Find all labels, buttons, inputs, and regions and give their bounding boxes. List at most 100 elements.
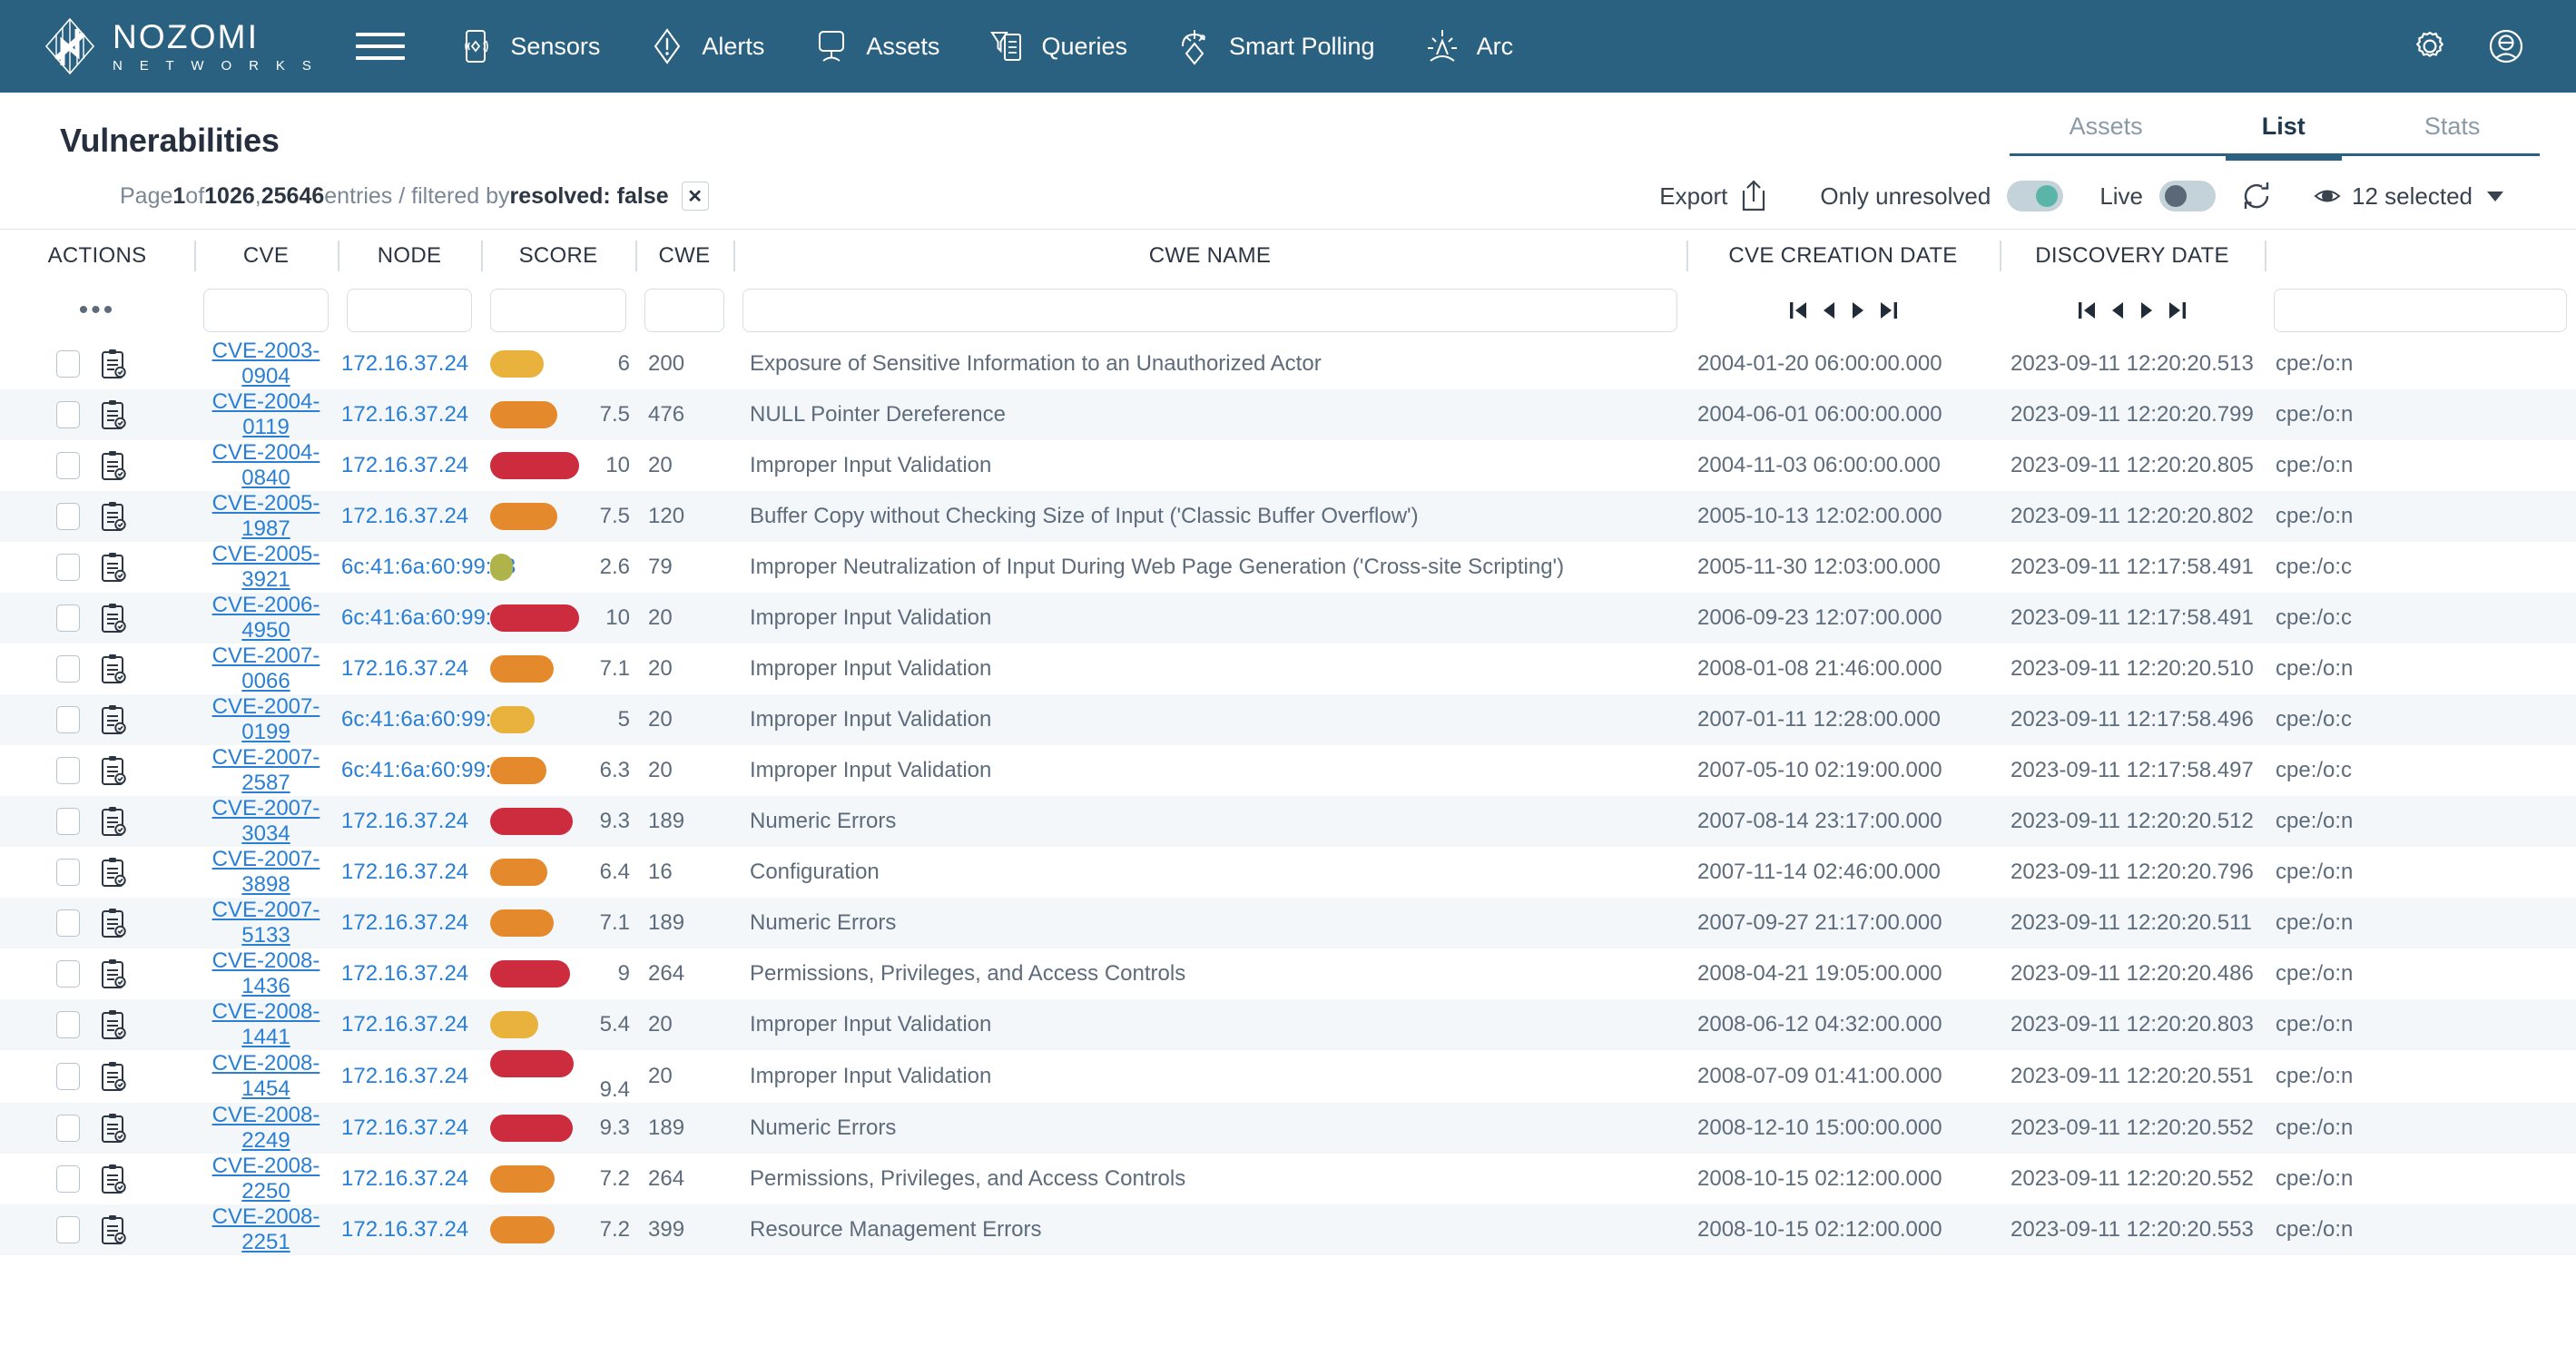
cell-node[interactable]: 172.16.37.24 xyxy=(338,339,481,389)
checklist-clipboard-icon[interactable] xyxy=(100,958,127,989)
cve-link[interactable]: CVE-2004-0840 xyxy=(212,440,320,490)
row-checkbox[interactable] xyxy=(56,859,80,886)
checklist-clipboard-icon[interactable] xyxy=(100,1164,127,1194)
tab-assets[interactable]: Assets xyxy=(2033,107,2179,153)
cve-link[interactable]: CVE-2007-3034 xyxy=(212,796,320,846)
cve-link[interactable]: CVE-2008-2249 xyxy=(212,1103,320,1153)
next-page-icon[interactable] xyxy=(1850,299,1866,322)
next-page-icon[interactable] xyxy=(2138,299,2155,322)
user-account-icon[interactable] xyxy=(2485,25,2527,67)
nav-item-assets[interactable]: Assets xyxy=(788,17,963,75)
cve-link[interactable]: CVE-2005-1987 xyxy=(212,491,320,541)
col-header-node[interactable]: NODE xyxy=(338,230,481,282)
cell-node[interactable]: 172.16.37.24 xyxy=(338,440,481,491)
table-row[interactable]: CVE-2008-2250 172.16.37.24 7.2 264 Permissio… xyxy=(0,1154,2576,1204)
cell-node[interactable]: 172.16.37.24 xyxy=(338,1050,481,1103)
cve-link[interactable]: CVE-2007-5133 xyxy=(212,898,320,948)
refresh-icon[interactable] xyxy=(2236,175,2277,217)
previous-page-icon[interactable] xyxy=(2109,299,2126,322)
row-checkbox[interactable] xyxy=(56,1063,80,1090)
row-checkbox[interactable] xyxy=(56,909,80,937)
cve-link[interactable]: CVE-2008-1441 xyxy=(212,999,320,1049)
checklist-clipboard-icon[interactable] xyxy=(100,704,127,735)
first-page-icon[interactable] xyxy=(1788,299,1808,322)
row-checkbox[interactable] xyxy=(56,808,80,835)
table-row[interactable]: CVE-2003-0904 172.16.37.24 6 200 Exposure of… xyxy=(0,339,2576,389)
table-row[interactable]: CVE-2007-0199 6c:41:6a:60:99:23 5 20 Imprope… xyxy=(0,694,2576,745)
checklist-clipboard-icon[interactable] xyxy=(100,1214,127,1245)
table-row[interactable]: CVE-2007-0066 172.16.37.24 7.1 20 Improper I… xyxy=(0,644,2576,694)
col-header-discovery-date[interactable]: DISCOVERY DATE xyxy=(2000,230,2265,282)
checklist-clipboard-icon[interactable] xyxy=(100,653,127,684)
cve-link[interactable]: CVE-2008-2250 xyxy=(212,1154,320,1204)
brand-logo[interactable]: NOZOMI N E T W O R K S xyxy=(44,18,318,74)
checklist-clipboard-icon[interactable] xyxy=(100,1061,127,1092)
last-page-icon[interactable] xyxy=(1879,299,1899,322)
cell-node[interactable]: 172.16.37.24 xyxy=(338,898,481,948)
col-header-cwe-name[interactable]: CWE NAME xyxy=(733,230,1686,282)
settings-gear-icon[interactable] xyxy=(2409,25,2451,67)
cve-link[interactable]: CVE-2007-0066 xyxy=(212,644,320,693)
table-row[interactable]: CVE-2007-3898 172.16.37.24 6.4 16 Configurat… xyxy=(0,847,2576,898)
table-row[interactable]: CVE-2008-1454 172.16.37.24 9.4 20 Improper I… xyxy=(0,1050,2576,1103)
export-button[interactable]: Export xyxy=(1659,178,1769,214)
first-page-icon[interactable] xyxy=(2077,299,2097,322)
row-checkbox[interactable] xyxy=(56,706,80,733)
row-checkbox[interactable] xyxy=(56,604,80,632)
table-row[interactable]: CVE-2007-3034 172.16.37.24 9.3 189 Numeric E… xyxy=(0,796,2576,847)
table-row[interactable]: CVE-2008-2249 172.16.37.24 9.3 189 Numeric E… xyxy=(0,1103,2576,1154)
checklist-clipboard-icon[interactable] xyxy=(100,908,127,938)
checklist-clipboard-icon[interactable] xyxy=(100,806,127,837)
nav-item-sensors[interactable]: Sensors xyxy=(432,17,624,75)
filter-input-cpe[interactable] xyxy=(2274,289,2567,332)
table-row[interactable]: CVE-2008-2251 172.16.37.24 7.2 399 Resource … xyxy=(0,1204,2576,1255)
checklist-clipboard-icon[interactable] xyxy=(100,857,127,888)
table-row[interactable]: CVE-2005-1987 172.16.37.24 7.5 120 Buffer Co… xyxy=(0,491,2576,542)
table-row[interactable]: CVE-2005-3921 6c:41:6a:60:99:23 2.6 79 Impro… xyxy=(0,542,2576,593)
cve-link[interactable]: CVE-2007-0199 xyxy=(212,694,320,744)
cve-link[interactable]: CVE-2006-4950 xyxy=(212,593,320,643)
filter-input-score[interactable] xyxy=(490,289,626,332)
table-row[interactable]: CVE-2007-2587 6c:41:6a:60:99:23 6.3 20 Impro… xyxy=(0,745,2576,796)
cell-node[interactable]: 172.16.37.24 xyxy=(338,491,481,542)
row-checkbox[interactable] xyxy=(56,1011,80,1038)
row-checkbox[interactable] xyxy=(56,350,80,378)
columns-selected-dropdown[interactable]: 12 selected xyxy=(2314,182,2503,211)
cve-link[interactable]: CVE-2007-2587 xyxy=(212,745,320,795)
row-checkbox[interactable] xyxy=(56,1216,80,1243)
row-checkbox[interactable] xyxy=(56,1115,80,1142)
cell-node[interactable]: 6c:41:6a:60:99:23 xyxy=(338,745,516,796)
row-checkbox[interactable] xyxy=(56,503,80,530)
checklist-clipboard-icon[interactable] xyxy=(100,552,127,583)
nav-item-queries[interactable]: Queries xyxy=(963,17,1151,75)
checklist-clipboard-icon[interactable] xyxy=(100,450,127,481)
cve-link[interactable]: CVE-2008-1454 xyxy=(212,1051,320,1101)
table-row[interactable]: CVE-2008-1436 172.16.37.24 9 264 Permissions… xyxy=(0,948,2576,999)
col-header-cve[interactable]: CVE xyxy=(194,230,338,282)
row-checkbox[interactable] xyxy=(56,401,80,428)
table-row[interactable]: CVE-2007-5133 172.16.37.24 7.1 189 Numeric E… xyxy=(0,898,2576,948)
row-checkbox[interactable] xyxy=(56,960,80,988)
hamburger-icon[interactable] xyxy=(356,28,406,64)
nav-item-alerts[interactable]: Alerts xyxy=(624,17,788,75)
live-switch[interactable] xyxy=(2159,181,2217,211)
table-row[interactable]: CVE-2006-4950 6c:41:6a:60:99:23 10 20 Improp… xyxy=(0,593,2576,644)
last-page-icon[interactable] xyxy=(2168,299,2188,322)
tab-stats[interactable]: Stats xyxy=(2388,107,2517,153)
cve-link[interactable]: CVE-2005-3921 xyxy=(212,542,320,592)
nav-item-arc[interactable]: Arc xyxy=(1399,17,1538,75)
cve-link[interactable]: CVE-2003-0904 xyxy=(212,339,320,388)
col-header-score[interactable]: SCORE xyxy=(481,230,635,282)
cell-node[interactable]: 172.16.37.24 xyxy=(338,389,481,440)
cve-link[interactable]: CVE-2008-1436 xyxy=(212,948,320,998)
row-checkbox[interactable] xyxy=(56,655,80,683)
table-row[interactable]: CVE-2004-0119 172.16.37.24 7.5 476 NULL Poin… xyxy=(0,389,2576,440)
filter-input-cwe[interactable] xyxy=(644,289,724,332)
checklist-clipboard-icon[interactable] xyxy=(100,755,127,786)
cell-node[interactable]: 6c:41:6a:60:99:23 xyxy=(338,694,516,745)
previous-page-icon[interactable] xyxy=(1821,299,1837,322)
cell-node[interactable]: 172.16.37.24 xyxy=(338,1204,481,1255)
checklist-clipboard-icon[interactable] xyxy=(100,501,127,532)
cell-node[interactable]: 172.16.37.24 xyxy=(338,847,481,898)
actions-more-button[interactable]: ••• xyxy=(9,297,185,324)
